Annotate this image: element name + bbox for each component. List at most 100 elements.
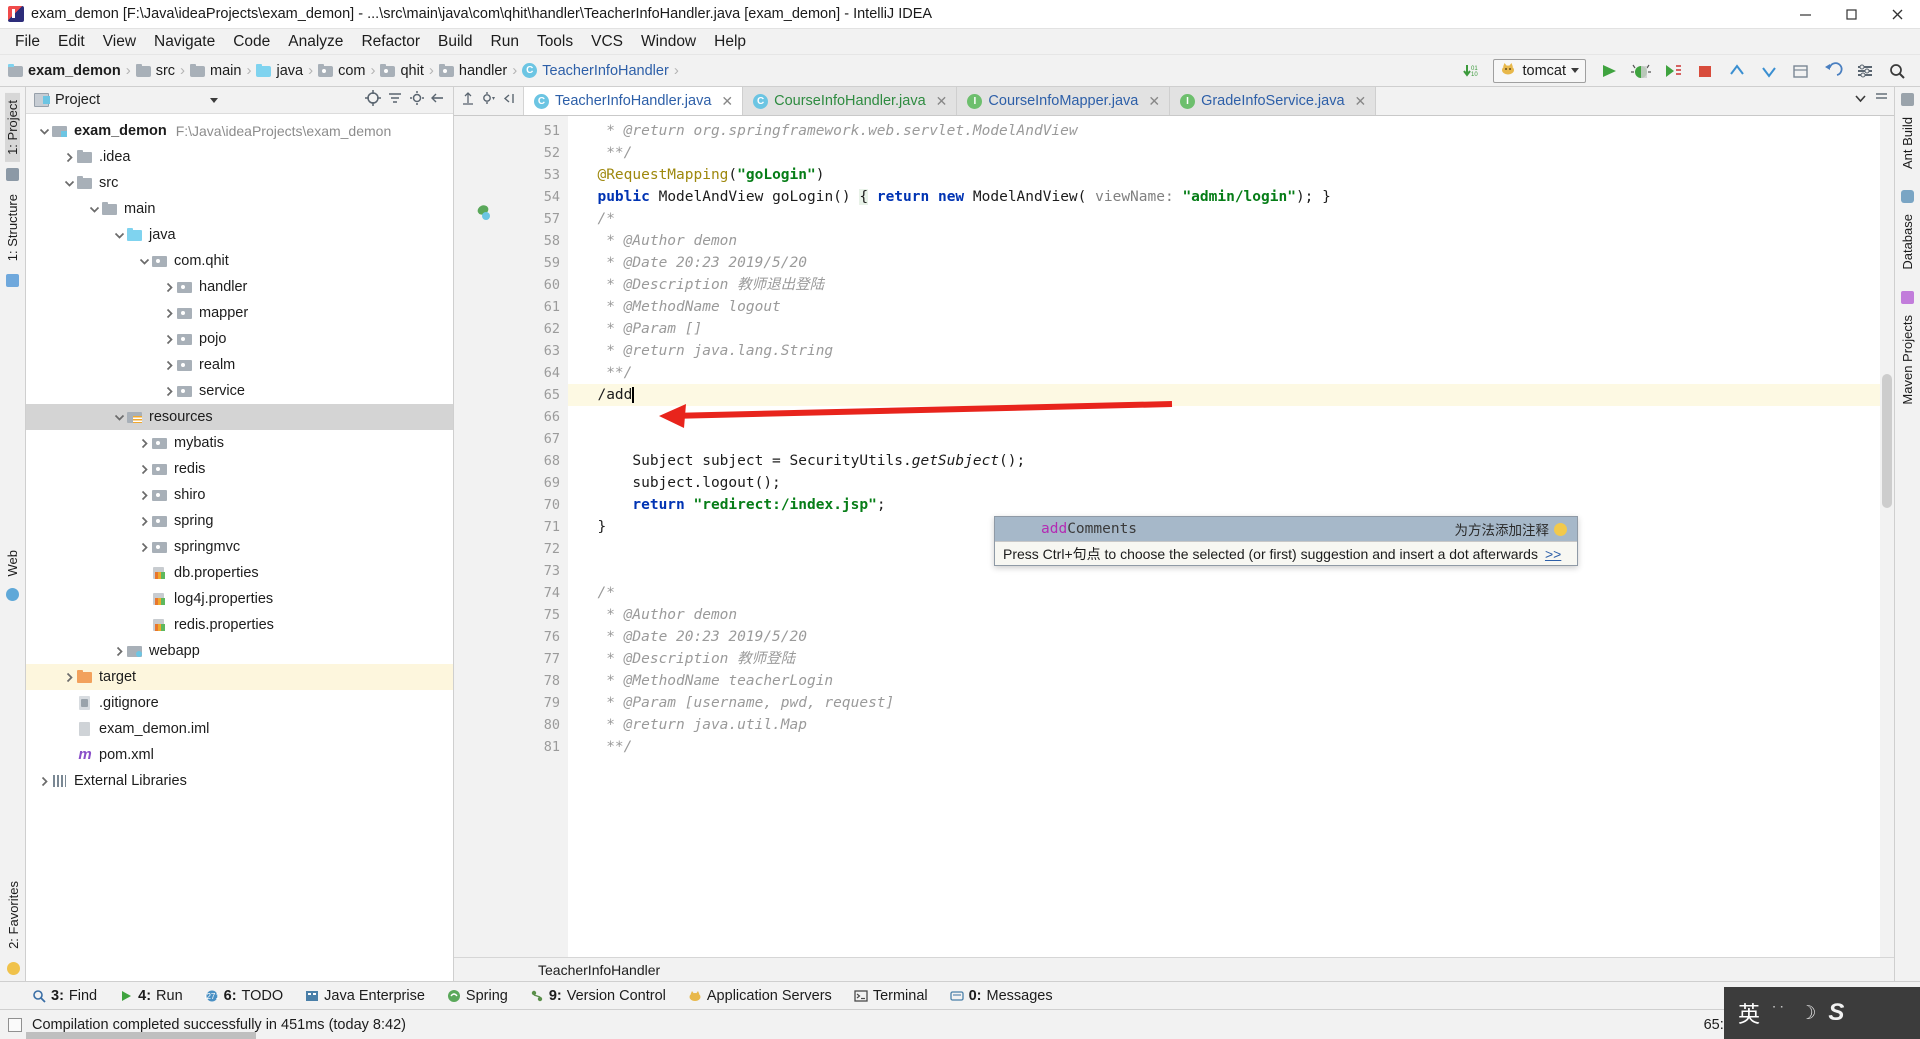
chevron-right-icon[interactable] [161, 386, 177, 397]
tree-node--idea[interactable]: .idea [26, 144, 453, 170]
hide-icon[interactable] [431, 91, 445, 110]
menu-tools[interactable]: Tools [528, 31, 582, 53]
run-coverage-icon[interactable] [1658, 58, 1688, 84]
menu-refactor[interactable]: Refactor [352, 31, 429, 53]
vcs-history-icon[interactable] [1786, 58, 1816, 84]
settings-icon[interactable] [1850, 58, 1880, 84]
breadcrumb-java[interactable]: java [256, 63, 303, 79]
code-line[interactable]: Subject subject = SecurityUtils.getSubje… [568, 450, 1880, 472]
code-line[interactable]: * @return java.util.Map [568, 714, 1880, 736]
tree-node-spring[interactable]: spring [26, 508, 453, 534]
menu-build[interactable]: Build [429, 31, 481, 53]
tree-node-realm[interactable]: realm [26, 352, 453, 378]
breadcrumb-module[interactable]: exam_demon [8, 63, 121, 79]
tree-node-exam-demon[interactable]: exam_demon F:\Java\ideaProjects\exam_demo… [26, 118, 453, 144]
close-icon[interactable]: ✕ [936, 93, 948, 110]
tree-node-main[interactable]: main [26, 196, 453, 222]
menu-window[interactable]: Window [632, 31, 705, 53]
debug-icon[interactable] [1626, 58, 1656, 84]
breadcrumb-qhit[interactable]: qhit [380, 63, 424, 79]
tree-node-shiro[interactable]: shiro [26, 482, 453, 508]
tree-node-mapper[interactable]: mapper [26, 300, 453, 326]
stop-icon[interactable] [1690, 58, 1720, 84]
tool-window-todo[interactable]: \u2713 6: TODO [195, 986, 294, 1006]
breadcrumb-main[interactable]: main [190, 63, 241, 79]
tree-node-service[interactable]: service [26, 378, 453, 404]
chevron-right-icon[interactable] [136, 490, 152, 501]
close-icon[interactable]: ✕ [721, 93, 733, 110]
menu-code[interactable]: Code [224, 31, 279, 53]
tree-node-pojo[interactable]: pojo [26, 326, 453, 352]
ime-language-label[interactable]: 英 [1738, 997, 1760, 1029]
tree-node-com-qhit[interactable]: com.qhit [26, 248, 453, 274]
chevron-right-icon[interactable] [136, 542, 152, 553]
code-line[interactable]: * @Description 教师退出登陆 [568, 274, 1880, 296]
menu-view[interactable]: View [94, 31, 145, 53]
autocomplete-popup[interactable]: add Comments 为方法添加注释 Press Ctrl+句点 to cho… [994, 516, 1578, 566]
code-line[interactable]: return "redirect:/index.jsp"; [568, 494, 1880, 516]
run-configuration-selector[interactable]: tomcat [1493, 58, 1586, 83]
code-line[interactable]: * @Author demon [568, 230, 1880, 252]
code-line[interactable]: **/ [568, 362, 1880, 384]
run-icon[interactable] [1594, 58, 1624, 84]
tree-node--gitignore[interactable]: .gitignore [26, 690, 453, 716]
chevron-down-icon[interactable] [36, 126, 52, 137]
chevron-right-icon[interactable] [161, 334, 177, 345]
sidebar-item-web[interactable]: Web [5, 543, 20, 584]
chevron-right-icon[interactable] [136, 438, 152, 449]
tool-window-version-control[interactable]: 9: Version Control [520, 986, 676, 1006]
menu-run[interactable]: Run [482, 31, 528, 53]
more-tabs-icon[interactable] [1854, 92, 1867, 110]
tree-node-mybatis[interactable]: mybatis [26, 430, 453, 456]
chevron-right-icon[interactable] [36, 776, 52, 787]
project-tree[interactable]: exam_demon F:\Java\ideaProjects\exam_demo… [26, 114, 453, 981]
code-editor[interactable]: 51 52 53 54 57 58 59 60 61 62 63 64 65 66 67 68 69 70 71 72… [454, 116, 1894, 957]
close-icon[interactable]: ✕ [1355, 93, 1367, 110]
bean-gutter-icon[interactable] [454, 204, 496, 227]
code-line[interactable] [568, 428, 1880, 450]
code-line[interactable]: subject.logout(); [568, 472, 1880, 494]
autocomplete-item[interactable]: add Comments 为方法添加注释 [995, 517, 1577, 541]
tab-teacherinfohandler[interactable]: C TeacherInfoHandler.java ✕ [524, 87, 744, 115]
menu-file[interactable]: File [6, 31, 49, 53]
undo-icon[interactable] [1818, 58, 1848, 84]
menu-help[interactable]: Help [705, 31, 755, 53]
tool-window-messages[interactable]: 0: Messages [940, 986, 1063, 1006]
tree-node-webapp[interactable]: webapp [26, 638, 453, 664]
code-line[interactable]: * @Param [] [568, 318, 1880, 340]
breadcrumb-handler[interactable]: handler [438, 63, 507, 79]
code-line[interactable]: **/ [568, 142, 1880, 164]
hide-editor-icon[interactable] [1875, 92, 1888, 110]
sidebar-item-maven[interactable]: Maven Projects [1900, 308, 1915, 412]
tree-node-db-properties[interactable]: db.properties [26, 560, 453, 586]
sidebar-item-structure[interactable]: 1: Structure [5, 187, 20, 268]
ime-moon-icon[interactable]: ☽ [1799, 1002, 1816, 1025]
code-line[interactable]: * @return org.springframework.web.servle… [568, 120, 1880, 142]
editor-scrollbar-thumb[interactable] [1882, 374, 1892, 508]
breadcrumb-com[interactable]: com [318, 63, 365, 79]
chevron-down-icon[interactable] [111, 230, 127, 241]
tab-courseinfomapper[interactable]: I CourseInfoMapper.java ✕ [957, 87, 1171, 115]
chevron-down-icon[interactable] [61, 178, 77, 189]
update-project-icon[interactable]: 01 10 [1455, 58, 1485, 84]
code-line[interactable]: * @MethodName logout [568, 296, 1880, 318]
sidebar-item-database[interactable]: Database [1900, 207, 1915, 277]
tool-window-spring[interactable]: Spring [437, 986, 518, 1006]
menu-analyze[interactable]: Analyze [279, 31, 352, 53]
tool-window-run[interactable]: 4: Run [109, 986, 193, 1006]
chevron-down-icon[interactable] [136, 256, 152, 267]
autocomplete-hint-more[interactable]: >> [1545, 546, 1561, 562]
chevron-right-icon[interactable] [136, 516, 152, 527]
tree-node-resources[interactable]: resources [26, 404, 453, 430]
hide-panel-icon[interactable] [502, 92, 515, 110]
vcs-commit-icon[interactable] [1754, 58, 1784, 84]
code-line[interactable] [568, 406, 1880, 428]
editor-marker-bar[interactable] [1880, 116, 1894, 957]
code-line[interactable]: * @return java.lang.String [568, 340, 1880, 362]
sidebar-item-project[interactable]: 1: Project [5, 93, 20, 162]
breadcrumb-src[interactable]: src [135, 63, 175, 79]
tab-courseinfohandler[interactable]: C CourseInfoHandler.java ✕ [743, 87, 958, 115]
chevron-right-icon[interactable] [161, 282, 177, 293]
search-everywhere-icon[interactable] [1882, 58, 1912, 84]
designer-icon[interactable] [6, 274, 19, 288]
